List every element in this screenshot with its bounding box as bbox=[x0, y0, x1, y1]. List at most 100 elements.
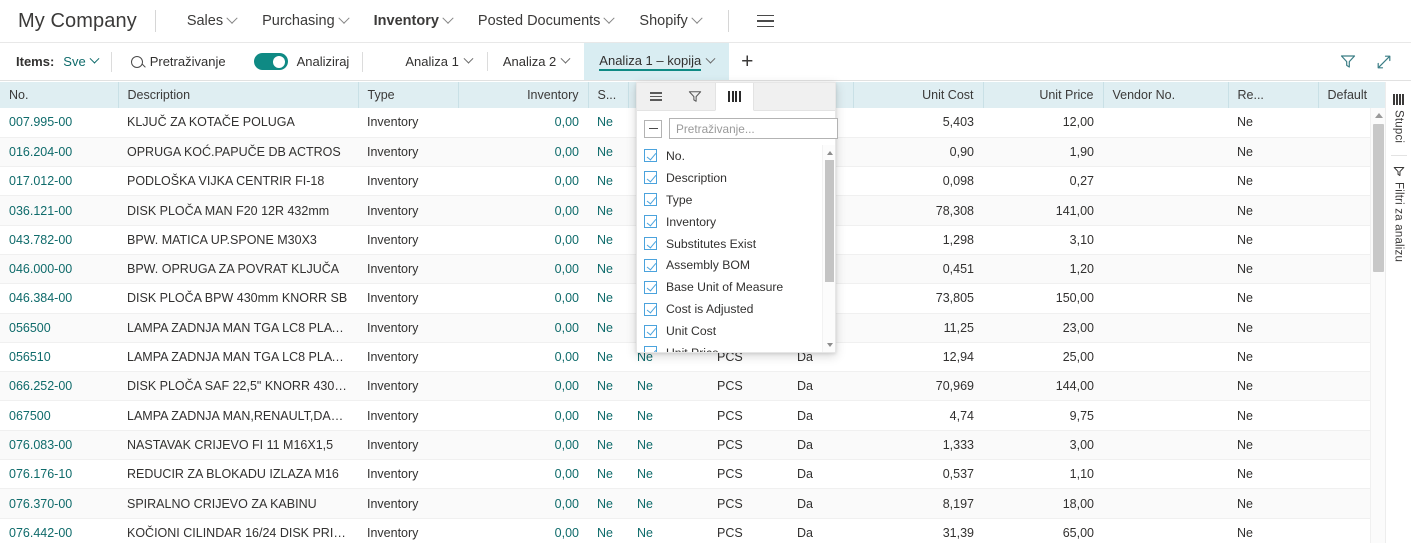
cell-re[interactable]: Ne bbox=[1228, 430, 1318, 461]
column-header-re[interactable]: Re... bbox=[1228, 82, 1319, 108]
column-header-description[interactable]: Description bbox=[118, 82, 359, 108]
cell-type[interactable]: Inventory bbox=[358, 166, 458, 197]
cell-inventory[interactable]: 0,00 bbox=[458, 518, 588, 543]
table-row[interactable]: 076.442-00 KOČIONI CILINDAR 16/24 DISK PR… bbox=[0, 518, 1385, 543]
cell-description[interactable]: LAMPA ZADNJA MAN TGA LC8 PLAVA STA... bbox=[118, 313, 358, 343]
popup-tab-list[interactable] bbox=[637, 83, 676, 110]
cell-description[interactable]: OPRUGA KOĆ.PAPUČE DB ACTROS bbox=[118, 137, 358, 168]
cell-substitutes[interactable]: Ne bbox=[588, 137, 628, 168]
cell-uom[interactable]: PCS bbox=[708, 430, 788, 461]
cell-vendor_no[interactable] bbox=[1103, 488, 1228, 519]
cell-inventory[interactable]: 0,00 bbox=[458, 342, 588, 373]
add-analysis-tab-button[interactable]: + bbox=[729, 43, 765, 80]
cell-assembly[interactable]: Ne bbox=[628, 488, 708, 519]
cell-vendor_no[interactable] bbox=[1103, 518, 1228, 543]
cell-unit_price[interactable]: 150,00 bbox=[983, 283, 1103, 314]
minus-square-icon[interactable] bbox=[644, 119, 662, 138]
column-header-unit-cost[interactable]: Unit Cost bbox=[853, 82, 984, 108]
popup-tab-filters[interactable] bbox=[676, 83, 715, 110]
cell-no[interactable]: 076.083-00 bbox=[0, 430, 118, 461]
cell-substitutes[interactable]: Ne bbox=[588, 313, 628, 343]
cell-vendor_no[interactable] bbox=[1103, 283, 1228, 314]
cell-unit_cost[interactable]: 70,969 bbox=[853, 371, 983, 402]
cell-uom[interactable]: PCS bbox=[708, 488, 788, 519]
cell-unit_cost[interactable]: 1,333 bbox=[853, 430, 983, 461]
cell-unit_cost[interactable]: 0,451 bbox=[853, 254, 983, 285]
tab-analiza-1-kopija[interactable]: Analiza 1 – kopija bbox=[584, 43, 730, 80]
column-header-no[interactable]: No. bbox=[0, 82, 119, 108]
checkbox-checked-icon[interactable] bbox=[644, 215, 657, 229]
cell-no[interactable]: 076.176-10 bbox=[0, 459, 118, 490]
cell-vendor_no[interactable] bbox=[1103, 459, 1228, 490]
cell-substitutes[interactable]: Ne bbox=[588, 342, 628, 373]
column-header-default[interactable]: Default bbox=[1318, 82, 1385, 108]
popup-tab-columns[interactable] bbox=[715, 83, 754, 111]
cell-vendor_no[interactable] bbox=[1103, 371, 1228, 402]
checkbox-checked-icon[interactable] bbox=[644, 193, 657, 207]
cell-substitutes[interactable]: Ne bbox=[588, 225, 628, 255]
cell-inventory[interactable]: 0,00 bbox=[458, 283, 588, 314]
cell-re[interactable]: Ne bbox=[1228, 137, 1318, 168]
cell-no[interactable]: 007.995-00 bbox=[0, 108, 118, 138]
cell-type[interactable]: Inventory bbox=[358, 430, 458, 461]
cell-inventory[interactable]: 0,00 bbox=[458, 430, 588, 461]
table-row[interactable]: 076.370-00 SPIRALNO CRIJEVO ZA KABINU Inve… bbox=[0, 488, 1385, 519]
cell-type[interactable]: Inventory bbox=[358, 459, 458, 490]
cell-re[interactable]: Ne bbox=[1228, 400, 1318, 431]
cell-unit_price[interactable]: 1,20 bbox=[983, 254, 1103, 285]
cell-type[interactable]: Inventory bbox=[358, 108, 458, 138]
expand-diagonal-icon[interactable] bbox=[1371, 49, 1397, 75]
cell-cost_adjusted[interactable]: Da bbox=[788, 400, 853, 431]
cell-vendor_no[interactable] bbox=[1103, 313, 1228, 343]
cell-uom[interactable]: PCS bbox=[708, 400, 788, 431]
cell-unit_price[interactable]: 18,00 bbox=[983, 488, 1103, 519]
column-option-row[interactable]: Description bbox=[644, 167, 822, 189]
cell-unit_price[interactable]: 12,00 bbox=[983, 108, 1103, 138]
column-header-unit-price[interactable]: Unit Price bbox=[983, 82, 1104, 108]
cell-inventory[interactable]: 0,00 bbox=[458, 313, 588, 343]
cell-description[interactable]: KLJUČ ZA KOTAČE POLUGA bbox=[118, 108, 358, 138]
cell-substitutes[interactable]: Ne bbox=[588, 254, 628, 285]
cell-inventory[interactable]: 0,00 bbox=[458, 166, 588, 197]
cell-assembly[interactable]: Ne bbox=[628, 400, 708, 431]
cell-assembly[interactable]: Ne bbox=[628, 371, 708, 402]
cell-type[interactable]: Inventory bbox=[358, 400, 458, 431]
cell-type[interactable]: Inventory bbox=[358, 195, 458, 226]
column-option-row[interactable]: Cost is Adjusted bbox=[644, 298, 822, 320]
popup-vertical-scrollbar[interactable] bbox=[822, 145, 835, 352]
checkbox-checked-icon[interactable] bbox=[644, 302, 657, 316]
cell-cost_adjusted[interactable]: Da bbox=[788, 371, 853, 402]
cell-unit_price[interactable]: 144,00 bbox=[983, 371, 1103, 402]
table-row[interactable]: 076.083-00 NASTAVAK CRIJEVO FI 11 M16X1,5… bbox=[0, 430, 1385, 461]
column-header-inventory[interactable]: Inventory bbox=[458, 82, 589, 108]
cell-unit_price[interactable]: 0,27 bbox=[983, 166, 1103, 197]
cell-inventory[interactable]: 0,00 bbox=[458, 195, 588, 226]
column-option-row[interactable]: Substitutes Exist bbox=[644, 233, 822, 255]
cell-type[interactable]: Inventory bbox=[358, 488, 458, 519]
checkbox-checked-icon[interactable] bbox=[644, 149, 657, 163]
cell-unit_price[interactable]: 3,10 bbox=[983, 225, 1103, 255]
nav-item-inventory[interactable]: Inventory bbox=[361, 7, 465, 35]
cell-unit_cost[interactable]: 12,94 bbox=[853, 342, 983, 373]
cell-description[interactable]: LAMPA ZADNJA MAN,RENAULT,DAF,SCANI... bbox=[118, 400, 358, 431]
tab-analiza-2[interactable]: Analiza 2 bbox=[488, 43, 584, 80]
cell-unit_price[interactable]: 65,00 bbox=[983, 518, 1103, 543]
cell-type[interactable]: Inventory bbox=[358, 518, 458, 543]
cell-unit_price[interactable]: 141,00 bbox=[983, 195, 1103, 226]
cell-unit_cost[interactable]: 31,39 bbox=[853, 518, 983, 543]
cell-no[interactable]: 067500 bbox=[0, 400, 118, 431]
column-header-type[interactable]: Type bbox=[358, 82, 459, 108]
cell-substitutes[interactable]: Ne bbox=[588, 488, 628, 519]
cell-vendor_no[interactable] bbox=[1103, 430, 1228, 461]
cell-substitutes[interactable]: Ne bbox=[588, 459, 628, 490]
cell-cost_adjusted[interactable]: Da bbox=[788, 459, 853, 490]
cell-vendor_no[interactable] bbox=[1103, 108, 1228, 138]
cell-type[interactable]: Inventory bbox=[358, 342, 458, 373]
checkbox-checked-icon[interactable] bbox=[644, 346, 657, 352]
cell-no[interactable]: 017.012-00 bbox=[0, 166, 118, 197]
cell-cost_adjusted[interactable]: Da bbox=[788, 430, 853, 461]
cell-no[interactable]: 076.442-00 bbox=[0, 518, 118, 543]
cell-assembly[interactable]: Ne bbox=[628, 518, 708, 543]
checkbox-checked-icon[interactable] bbox=[644, 280, 657, 294]
cell-substitutes[interactable]: Ne bbox=[588, 108, 628, 138]
